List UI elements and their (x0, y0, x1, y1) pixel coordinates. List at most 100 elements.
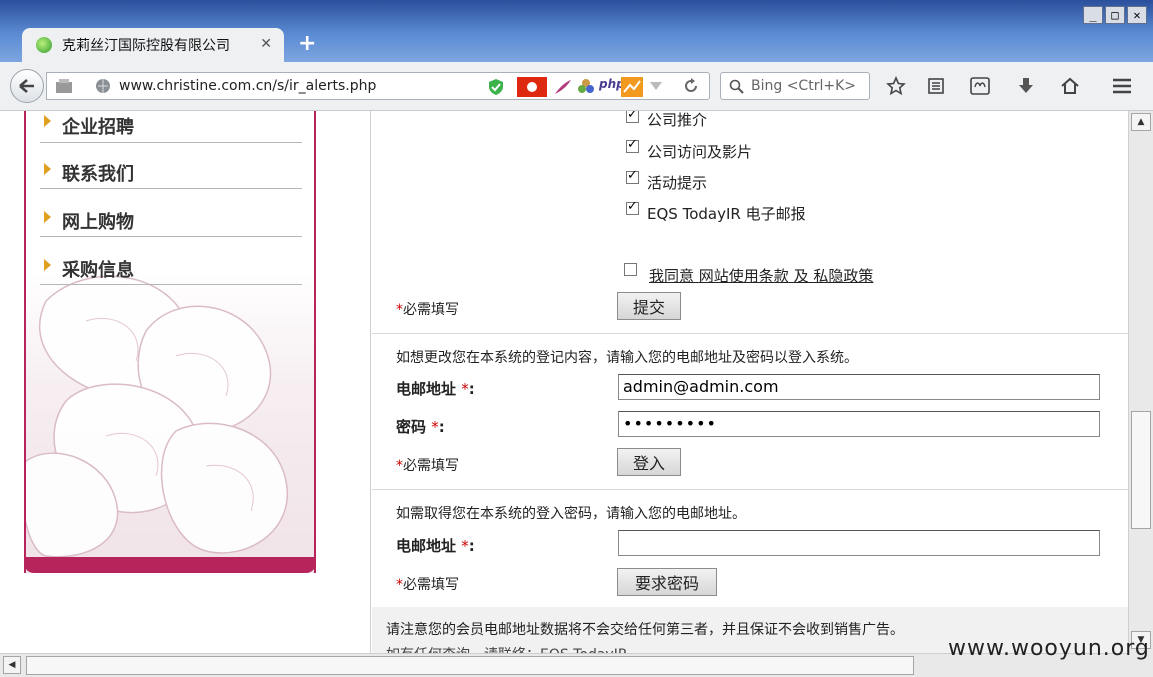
agree-text: 我同意 网站使用条款 及 私隐政策 (649, 265, 873, 286)
checkbox-company-presentation[interactable] (626, 111, 639, 123)
email-label-text: 电邮地址 (396, 380, 457, 398)
chart-addon-icon[interactable] (621, 77, 643, 97)
login-button[interactable]: 登入 (617, 448, 681, 476)
url-text: www.christine.com.cn/s/ir_alerts.php (119, 78, 377, 94)
tab-close-icon[interactable]: ✕ (260, 36, 272, 52)
option-label: 活动提示 (647, 174, 708, 192)
minimize-button[interactable]: _ (1083, 6, 1103, 24)
horizontal-scroll-thumb[interactable] (26, 656, 914, 675)
required-note: *必需填写 (396, 455, 459, 475)
login-password-label: 密码 *: (396, 418, 445, 436)
option-label: 公司推介 (647, 111, 708, 129)
required-note-text: 必需填写 (403, 458, 459, 474)
hongkong-flag-icon[interactable] (517, 77, 547, 97)
login-email-label: 电邮地址 *: (396, 380, 475, 398)
close-window-button[interactable]: ✕ (1127, 6, 1147, 24)
section-divider (372, 489, 1128, 490)
privacy-policy-link[interactable]: 私隐政策 (813, 267, 873, 285)
site-favicon-icon (36, 37, 52, 53)
required-note-text: 必需填写 (403, 577, 459, 593)
peony-decoration-image (26, 275, 289, 558)
new-tab-button[interactable]: + (298, 31, 316, 56)
navigation-toolbar: www.christine.com.cn/s/ir_alerts.php php… (0, 62, 1153, 111)
watermark-text: www.wooyun.org (948, 636, 1150, 661)
sidebar-item-label: 企业招聘 (62, 117, 134, 138)
bookmark-star-icon[interactable] (884, 74, 908, 98)
home-icon[interactable] (1058, 74, 1082, 98)
download-icon[interactable] (1014, 74, 1038, 98)
required-note: *必需填写 (396, 574, 459, 594)
arrow-bullet-icon (44, 163, 51, 175)
window-controls: _ □ ✕ (1083, 6, 1147, 24)
forgot-intro: 如需取得您在本系统的登入密码，请输入您的电邮地址。 (396, 506, 746, 522)
arrow-bullet-icon (44, 211, 51, 223)
notice-line-1: 请注意您的会员电邮地址数据将不会交给任何第三者，并且保证不会收到销售广告。 (386, 622, 904, 638)
required-star: * (396, 458, 403, 474)
required-note: *必需填写 (396, 299, 459, 319)
browser-tab[interactable]: 克莉丝汀国际控股有限公司 ✕ (22, 28, 284, 62)
page-viewport: 企业招聘 联系我们 网上购物 采购信息 公司推介 公司访问及影片 活动提示 EQ… (0, 111, 1128, 653)
maximize-button[interactable]: □ (1105, 6, 1125, 24)
scroll-left-icon[interactable]: ◀ (3, 656, 21, 674)
required-star: * (461, 380, 469, 398)
reader-addon-icon[interactable] (968, 74, 992, 98)
search-icon (729, 79, 744, 94)
sidebar-footer-bar (24, 557, 316, 573)
search-bar[interactable]: Bing <Ctrl+K> (720, 72, 870, 100)
vertical-scrollbar[interactable]: ▲ ▼ (1128, 111, 1153, 653)
and-label: 及 (793, 267, 809, 285)
sidebar-item-contact[interactable]: 联系我们 (40, 142, 302, 189)
column-divider (370, 111, 371, 653)
sidebar-item-shopping[interactable]: 网上购物 (40, 190, 302, 237)
back-arrow-icon (19, 79, 34, 93)
back-button[interactable] (10, 69, 44, 103)
tab-title: 克莉丝汀国际控股有限公司 (62, 38, 230, 54)
sidebar-panel: 企业招聘 联系我们 网上购物 采购信息 (24, 111, 316, 573)
login-intro: 如想更改您在本系统的登记内容，请输入您的电邮地址及密码以登入系统。 (396, 350, 858, 366)
option-label: EQS TodayIR 电子邮报 (647, 205, 806, 223)
login-email-field[interactable]: admin@admin.com (618, 374, 1100, 400)
reload-icon[interactable] (683, 78, 699, 94)
request-password-button[interactable]: 要求密码 (617, 568, 717, 596)
terms-link[interactable]: 网站使用条款 (699, 267, 789, 285)
section-divider (372, 333, 1128, 334)
agree-terms-checkbox[interactable] (624, 263, 637, 276)
search-placeholder: Bing <Ctrl+K> (751, 78, 856, 94)
arrow-bullet-icon (44, 115, 51, 127)
flower-addon-icon[interactable] (577, 78, 595, 96)
scroll-up-icon[interactable]: ▲ (1131, 113, 1151, 131)
vertical-scroll-thumb[interactable] (1131, 411, 1151, 529)
checkbox-company-visits[interactable] (626, 137, 639, 153)
notice-line-2: 如有任何查询，请联络：EQS TodayIR (386, 644, 628, 653)
forgot-email-label: 电邮地址 *: (396, 537, 475, 555)
menu-icon[interactable] (1110, 74, 1134, 98)
sidebar-item-label: 采购信息 (62, 260, 134, 281)
option-label: 公司访问及影片 (647, 143, 753, 161)
required-star: * (396, 302, 403, 318)
shield-icon[interactable] (487, 78, 505, 96)
agree-label: 我同意 (649, 267, 695, 285)
url-bar[interactable]: www.christine.com.cn/s/ir_alerts.php php (46, 72, 710, 100)
required-note-text: 必需填写 (403, 302, 459, 318)
sidebar-item-label: 网上购物 (62, 212, 134, 233)
globe-icon (96, 79, 110, 93)
checkbox-eqs-newsletter[interactable] (626, 199, 639, 215)
email-label-text: 电邮地址 (396, 537, 457, 555)
feather-icon[interactable] (553, 78, 573, 96)
sidebar-item-procurement[interactable]: 采购信息 (40, 238, 302, 285)
sidebar-item-careers[interactable]: 企业招聘 (40, 111, 302, 143)
submit-button[interactable]: 提交 (617, 292, 681, 320)
bookmarks-list-icon[interactable] (924, 74, 948, 98)
required-star: * (396, 577, 403, 593)
checkbox-event-reminders[interactable] (626, 168, 639, 184)
arrow-bullet-icon (44, 259, 51, 271)
required-star: * (461, 537, 469, 555)
login-password-field[interactable]: ••••••••• (618, 411, 1100, 437)
dropdown-arrow-icon[interactable] (649, 81, 663, 91)
forgot-email-field[interactable] (618, 530, 1100, 556)
sidebar-item-label: 联系我们 (62, 164, 134, 185)
required-star: * (431, 418, 439, 436)
history-icon[interactable] (55, 78, 73, 94)
password-label-text: 密码 (396, 418, 427, 436)
window-titlebar: _ □ ✕ 克莉丝汀国际控股有限公司 ✕ + (0, 0, 1153, 62)
